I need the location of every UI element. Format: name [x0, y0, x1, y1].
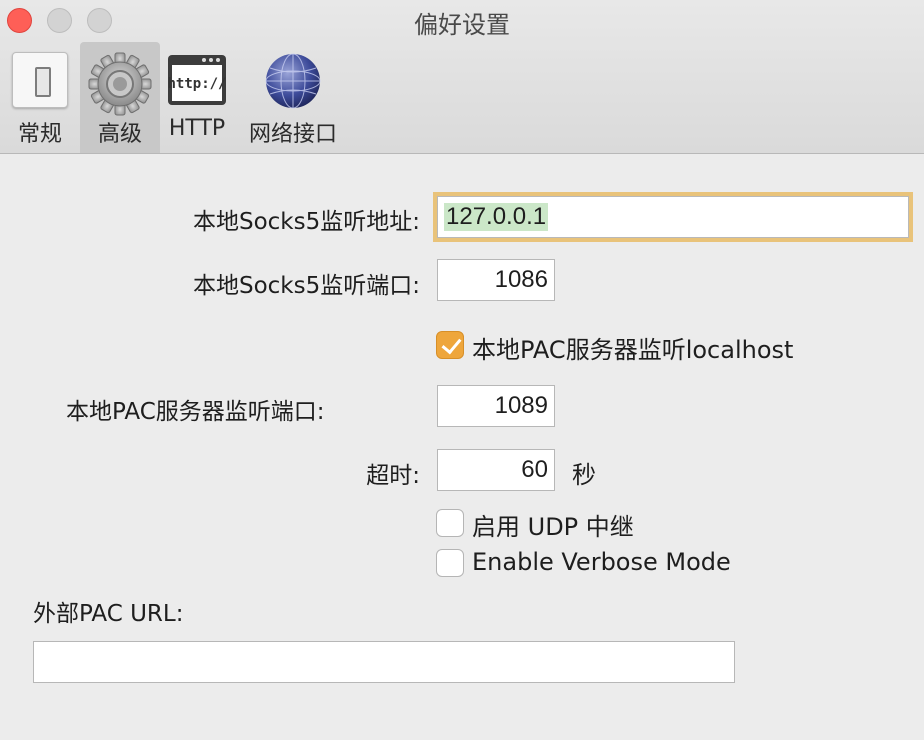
tab-http-label: HTTP: [168, 116, 226, 141]
socks5-address-input[interactable]: 127.0.0.1: [437, 196, 909, 238]
tab-advanced[interactable]: 高级: [80, 42, 160, 153]
socks5-port-value: 1086: [494, 266, 548, 293]
tab-advanced-label: 高级: [97, 122, 142, 147]
window-title: 偏好设置: [414, 11, 510, 39]
timeout-label: 超时:: [366, 463, 420, 489]
tab-general-label: 常规: [17, 122, 62, 147]
svg-text:http://: http://: [167, 76, 226, 92]
toolbar: 偏好设置 常规 高级 http:// HTTP 网络接口: [0, 0, 924, 154]
udp-relay-checkbox[interactable]: [436, 509, 464, 537]
network-globe-icon: [264, 52, 322, 114]
tab-network-interface-label: 网络接口: [248, 122, 337, 147]
external-pac-url-input[interactable]: [33, 641, 735, 683]
pac-localhost-label: 本地PAC服务器监听localhost: [472, 336, 794, 364]
http-window-icon: http://: [167, 54, 227, 110]
verbose-mode-checkbox[interactable]: [436, 549, 464, 577]
timeout-input[interactable]: 60: [437, 449, 555, 491]
udp-relay-label: 启用 UDP 中继: [472, 513, 634, 541]
tab-general[interactable]: 常规: [4, 42, 76, 153]
general-switch-icon: [12, 52, 68, 108]
verbose-mode-label: Enable Verbose Mode: [472, 548, 731, 576]
socks5-address-value: 127.0.0.1: [444, 203, 549, 231]
socks5-port-label: 本地Socks5监听端口:: [192, 273, 420, 299]
tab-network-interface[interactable]: 网络接口: [246, 42, 340, 153]
pac-port-value: 1089: [494, 392, 548, 419]
timeout-value: 60: [521, 456, 548, 483]
tab-http[interactable]: http:// HTTP: [164, 42, 230, 153]
pac-port-input[interactable]: 1089: [437, 385, 555, 427]
external-pac-url-label: 外部PAC URL:: [33, 601, 184, 627]
pac-localhost-checkbox[interactable]: [436, 331, 464, 359]
timeout-unit: 秒: [572, 461, 596, 489]
socks5-port-input[interactable]: 1086: [437, 259, 555, 301]
gear-icon: [88, 52, 152, 120]
socks5-address-label: 本地Socks5监听地址:: [192, 209, 420, 235]
pac-port-label: 本地PAC服务器监听端口:: [66, 399, 325, 425]
